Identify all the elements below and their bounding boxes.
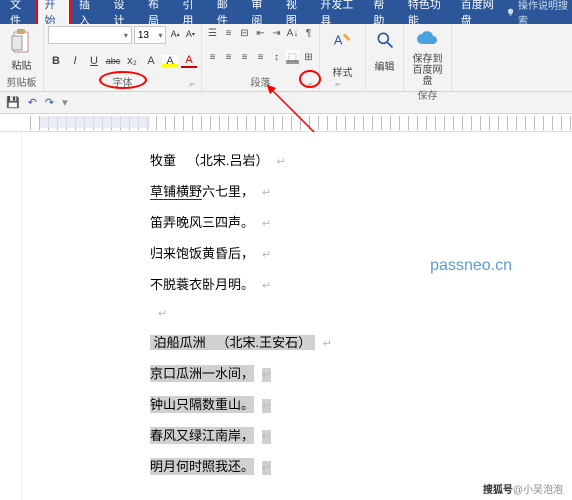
tell-me-search[interactable]: 操作说明搜索 (506, 0, 568, 27)
editing-label: 编辑 (375, 62, 395, 73)
qat-more-icon[interactable]: ▾ (62, 96, 68, 109)
document-page[interactable]: 牧童 （北宋.吕岩）↵ 草铺横野六七里，↵ 笛弄晚风三四声。↵ 归来饱饭黄昏后，… (22, 132, 572, 500)
chevron-down-icon: ▾ (124, 31, 128, 40)
vertical-ruler[interactable] (0, 132, 22, 500)
group-save-cloud: 保存到百度网盘 保存 (404, 24, 452, 91)
subscript-button[interactable]: x₂ (124, 55, 140, 67)
qat-undo-icon[interactable]: ↶ (28, 96, 37, 109)
shrink-font-button[interactable]: A▾ (184, 26, 197, 42)
text-effects-button[interactable]: A (143, 55, 159, 67)
poem1-line: 笛弄晚风三四声。↵ (150, 212, 572, 231)
italic-button[interactable]: I (67, 55, 83, 67)
shading-button[interactable]: ⬚ (286, 50, 299, 64)
paste-icon[interactable] (9, 28, 35, 58)
poem2-line: 钟山只隔数重山。↵ (150, 394, 572, 413)
styles-launcher-icon[interactable]: ⌐ (335, 79, 340, 89)
ribbon: 粘贴 剪贴板⌐ ▾ 13▾ A▴ A▾ B I U abc x₂ A A A 字… (0, 24, 572, 92)
poem2-line: 京口瓜洲一水间，↵ (150, 363, 572, 382)
find-icon[interactable] (375, 30, 395, 56)
clipboard-launcher-icon[interactable]: ⌐ (29, 79, 34, 89)
bullets-button[interactable]: ☰ (206, 26, 219, 40)
poem1-line: 草铺横野六七里，↵ (150, 181, 572, 200)
poem2-title: 泊船瓜洲 （北宋.王安石） ↵ (150, 332, 572, 351)
cloud-save-icon[interactable] (416, 30, 440, 54)
numbering-button[interactable]: ≡ (222, 26, 235, 40)
chevron-down-icon: ▾ (158, 31, 162, 40)
footer-credit: 搜狐号@小吴泡泡 (480, 480, 566, 497)
sort-button[interactable]: A↓ (286, 26, 299, 40)
align-left-button[interactable]: ≡ (206, 50, 219, 64)
strike-button[interactable]: abc (105, 56, 121, 66)
poem2-line: 明月何时照我还。↵ (150, 456, 572, 475)
decrease-indent-button[interactable]: ⇤ (254, 26, 267, 40)
clipboard-label: 剪贴板⌐ (7, 74, 37, 91)
highlight-button[interactable]: A (162, 55, 178, 67)
show-marks-button[interactable]: ¶ (302, 26, 315, 40)
align-right-button[interactable]: ≡ (238, 50, 251, 64)
qat-save-icon[interactable]: 💾 (6, 96, 20, 109)
poem1-title: 牧童 （北宋.吕岩）↵ (150, 150, 572, 169)
styles-icon[interactable]: A (332, 30, 354, 58)
save-cloud-text: 保存到百度网盘 (408, 54, 447, 87)
annotation-circle-font (99, 71, 147, 89)
multilevel-button[interactable]: ⊟ (238, 26, 251, 40)
group-font: ▾ 13▾ A▴ A▾ B I U abc x₂ A A A 字体 ⌐ (44, 24, 202, 91)
align-center-button[interactable]: ≡ (222, 50, 235, 64)
document-area: 牧童 （北宋.吕岩）↵ 草铺横野六七里，↵ 笛弄晚风三四声。↵ 归来饱饭黄昏后，… (0, 132, 572, 500)
font-color-button[interactable]: A (181, 54, 197, 68)
justify-button[interactable]: ≡ (254, 50, 267, 64)
font-name-combo[interactable]: ▾ (48, 26, 132, 44)
blank-line: ↵ (150, 305, 572, 320)
grow-font-button[interactable]: A▴ (168, 26, 181, 42)
group-paragraph: ☰ ≡ ⊟ ⇤ ⇥ A↓ ¶ ≡ ≡ ≡ ≡ ↕ ⬚ ⊞ 段落 ⌐ (202, 24, 320, 91)
group-styles: A 样式 ⌐ (320, 24, 366, 91)
poem1-line: 不脱蓑衣卧月明。↵ (150, 274, 572, 293)
lightbulb-icon (506, 7, 515, 18)
increase-indent-button[interactable]: ⇥ (270, 26, 283, 40)
font-group-label: 字体 ⌐ (48, 74, 197, 91)
borders-button[interactable]: ⊞ (302, 50, 315, 64)
font-launcher-icon[interactable]: ⌐ (190, 79, 195, 89)
qat-redo-icon[interactable]: ↷ (45, 96, 54, 109)
styles-label: 样式 (333, 68, 353, 79)
paste-label: 粘贴 (12, 61, 32, 72)
watermark-text: passneo.cn (430, 257, 512, 275)
svg-text:A: A (333, 33, 342, 48)
underline-button[interactable]: U (86, 55, 102, 67)
group-editing: 编辑 (366, 24, 404, 91)
font-size-combo[interactable]: 13▾ (134, 26, 167, 44)
bold-button[interactable]: B (48, 55, 64, 67)
ribbon-tabs: 文件 开始 插入 设计 布局 引用 邮件 审阅 视图 开发工具 帮助 特色功能 … (0, 0, 572, 24)
save-group-label: 保存 (418, 87, 438, 104)
group-clipboard: 粘贴 剪贴板⌐ (0, 24, 44, 91)
line-spacing-button[interactable]: ↕ (270, 50, 283, 64)
poem2-line: 春风又绿江南岸，↵ (150, 425, 572, 444)
